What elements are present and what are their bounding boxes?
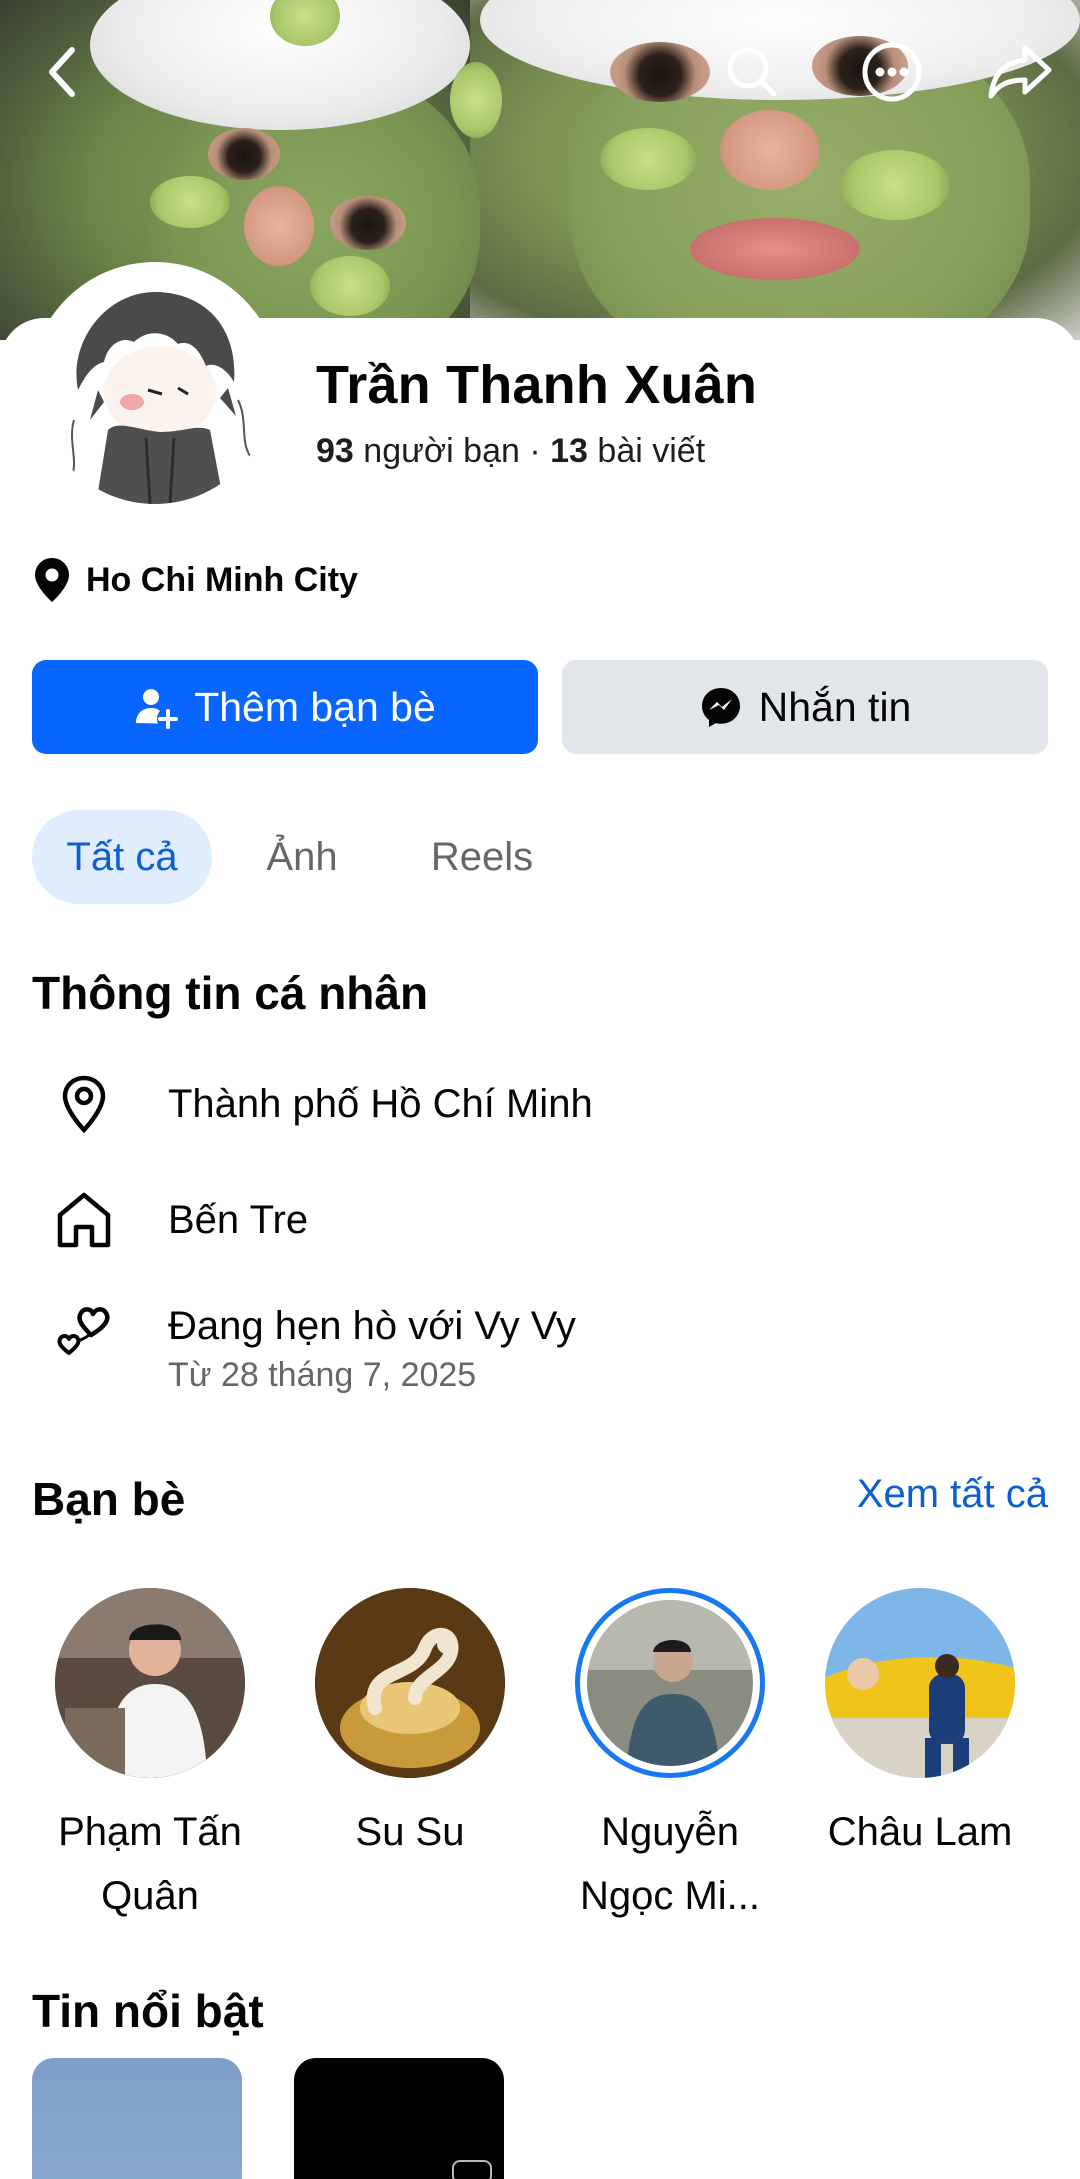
tab-photos[interactable]: Ảnh (212, 810, 392, 904)
cover-nose (244, 186, 314, 266)
hearts-icon (32, 1296, 136, 1356)
tab-all[interactable]: Tất cả (32, 810, 212, 904)
info-row-hometown: Bến Tre (32, 1190, 308, 1250)
friends-count: 93 (316, 432, 354, 470)
info-hometown-text: Bến Tre (168, 1198, 309, 1242)
friend-avatar (825, 1588, 1015, 1778)
stats-separator: · (529, 432, 541, 470)
cover-eye (330, 196, 406, 250)
profile-tabs: Tất cả Ảnh Reels (32, 810, 572, 904)
profile-name: Trần Thanh Xuân (316, 355, 758, 415)
back-arrow-icon[interactable] (26, 36, 98, 108)
share-icon[interactable] (984, 36, 1056, 108)
see-all-friends-link[interactable]: Xem tất cả (857, 1472, 1048, 1517)
more-options-icon[interactable] (856, 36, 928, 108)
tab-reels[interactable]: Reels (392, 810, 572, 904)
home-icon (32, 1190, 136, 1250)
profile-avatar[interactable] (30, 262, 280, 512)
location-text: Ho Chi Minh City (86, 560, 358, 599)
info-row-city: Thành phố Hồ Chí Minh (32, 1074, 593, 1134)
story-badge-icon (452, 2160, 492, 2179)
friend-card[interactable]: Phạm Tấn Quân (30, 1588, 270, 1928)
posts-label: bài viết (597, 432, 706, 470)
friend-name-line1: Nguyễn (601, 1810, 739, 1854)
messenger-icon (701, 688, 740, 727)
friend-name-line2: Ngọc Mi... (579, 1874, 761, 1918)
message-button[interactable]: Nhắn tin (562, 660, 1048, 754)
cucumber-slice (600, 128, 696, 190)
friends-title: Bạn bè (32, 1473, 186, 1525)
message-label: Nhắn tin (758, 683, 912, 730)
posts-count: 13 (550, 432, 588, 470)
friend-card[interactable]: Châu Lam (800, 1588, 1040, 1864)
search-icon[interactable] (716, 36, 788, 108)
highlight-story[interactable] (32, 2058, 242, 2179)
add-friend-icon (136, 689, 179, 729)
info-row-relationship: Đang hẹn hò với Vy Vy Từ 28 tháng 7, 202… (32, 1296, 576, 1395)
friend-avatar-story-ring (575, 1588, 765, 1778)
friend-card[interactable]: Su Su (290, 1588, 530, 1864)
cucumber-slice (150, 176, 230, 228)
profile-location: Ho Chi Minh City (32, 556, 358, 604)
friend-name-line1: Phạm Tấn (58, 1810, 242, 1854)
avatar-image (38, 270, 272, 504)
profile-stats[interactable]: 93 người bạn · 13 bài viết (316, 432, 705, 471)
cucumber-slice (310, 256, 390, 316)
friend-card[interactable]: Nguyễn Ngọc Mi... (550, 1588, 790, 1928)
add-friend-label: Thêm bạn bè (194, 683, 436, 730)
friend-avatar (55, 1588, 245, 1778)
info-relationship-text: Đang hẹn hò với Vy Vy (168, 1304, 576, 1348)
info-relationship-date: Từ 28 tháng 7, 2025 (168, 1356, 477, 1394)
friend-name-line1: Châu Lam (827, 1810, 1013, 1854)
highlight-story[interactable] (294, 2058, 504, 2179)
highlights-title: Tin nổi bật (32, 1985, 264, 2037)
friends-label: người bạn (363, 432, 520, 470)
about-title: Thông tin cá nhân (32, 967, 429, 1019)
cover-eye (610, 42, 710, 102)
cucumber-slice (840, 150, 950, 220)
info-city-text: Thành phố Hồ Chí Minh (168, 1082, 593, 1126)
cover-eye (208, 128, 280, 180)
cover-nose (720, 110, 820, 190)
friend-name-line1: Su Su (355, 1810, 465, 1854)
cucumber-slice (450, 62, 502, 138)
location-pin-icon (32, 1074, 136, 1134)
friend-name-line2: Quân (101, 1874, 199, 1918)
location-pin-filled-icon (35, 558, 69, 602)
add-friend-button[interactable]: Thêm bạn bè (32, 660, 538, 754)
cover-lips (690, 218, 860, 280)
friend-avatar (315, 1588, 505, 1778)
